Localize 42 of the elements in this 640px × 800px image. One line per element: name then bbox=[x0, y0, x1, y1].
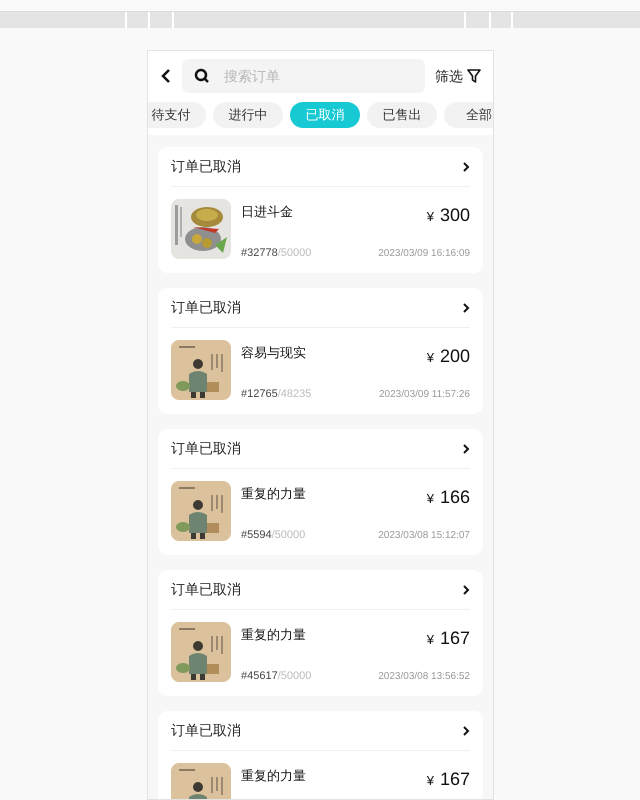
chevron-right-icon[interactable] bbox=[462, 444, 470, 454]
order-card[interactable]: 订单已取消 日进斗金 ¥ 300 #32778/50000 2023/03/09 16:16:09 bbox=[158, 147, 483, 273]
order-status: 订单已取消 bbox=[171, 157, 241, 176]
edition-number: #5594/50000 bbox=[241, 528, 306, 543]
price: ¥ 166 bbox=[426, 486, 470, 509]
search-field[interactable]: 搜索订单 bbox=[182, 59, 425, 93]
filter-tab[interactable]: 待支付 bbox=[148, 102, 206, 128]
order-time: 2023/03/08 15:12:07 bbox=[378, 528, 470, 542]
edition-number: #45617/50000 bbox=[241, 668, 312, 684]
edition-number: #12765/48235 bbox=[241, 386, 312, 402]
chevron-right-icon[interactable] bbox=[462, 162, 470, 172]
price: ¥ 200 bbox=[426, 345, 470, 368]
order-time: 2023/03/09 11:57:26 bbox=[378, 388, 470, 402]
product-name: 重复的力量 bbox=[241, 767, 306, 785]
order-time: 2023/03/09 16:16:09 bbox=[378, 246, 470, 260]
price: ¥ 300 bbox=[426, 204, 470, 227]
chevron-right-icon[interactable] bbox=[462, 726, 470, 736]
order-card[interactable]: 订单已取消 重复的力量 ¥ 167 #45617/50000 2023/03/08 13:56:52 bbox=[158, 570, 483, 696]
filter-tab[interactable]: 全部 bbox=[444, 102, 493, 128]
edition-number: #32778/50000 bbox=[241, 246, 312, 261]
filter-tab[interactable]: 已售出 bbox=[367, 102, 437, 128]
filter-button[interactable]: 筛选 bbox=[435, 66, 481, 86]
order-status: 订单已取消 bbox=[171, 580, 241, 599]
price: ¥ 167 bbox=[426, 768, 470, 791]
search-icon bbox=[194, 68, 210, 84]
chevron-right-icon[interactable] bbox=[462, 584, 470, 594]
filter-tab[interactable]: 进行中 bbox=[213, 102, 283, 128]
product-name: 容易与现实 bbox=[241, 344, 306, 362]
order-status: 订单已取消 bbox=[171, 298, 241, 317]
price: ¥ 167 bbox=[426, 627, 470, 650]
back-icon[interactable] bbox=[160, 68, 172, 84]
product-name: 日进斗金 bbox=[241, 203, 293, 221]
chevron-right-icon[interactable] bbox=[462, 302, 470, 312]
product-name: 重复的力量 bbox=[241, 485, 306, 503]
order-card[interactable]: 订单已取消 重复的力量 ¥ 166 #5594/50000 2023/03/08 15:12:07 bbox=[158, 429, 483, 555]
order-status: 订单已取消 bbox=[171, 721, 241, 740]
order-status: 订单已取消 bbox=[171, 439, 241, 458]
order-time: 2023/03/08 13:56:52 bbox=[378, 670, 470, 684]
order-card[interactable]: 订单已取消 重复的力量 ¥ 167 bbox=[158, 711, 483, 799]
filter-icon bbox=[467, 69, 481, 83]
order-card[interactable]: 订单已取消 容易与现实 ¥ 200 #12765/48235 2023/03/09 11:57:26 bbox=[158, 288, 483, 414]
product-name: 重复的力量 bbox=[241, 626, 306, 644]
